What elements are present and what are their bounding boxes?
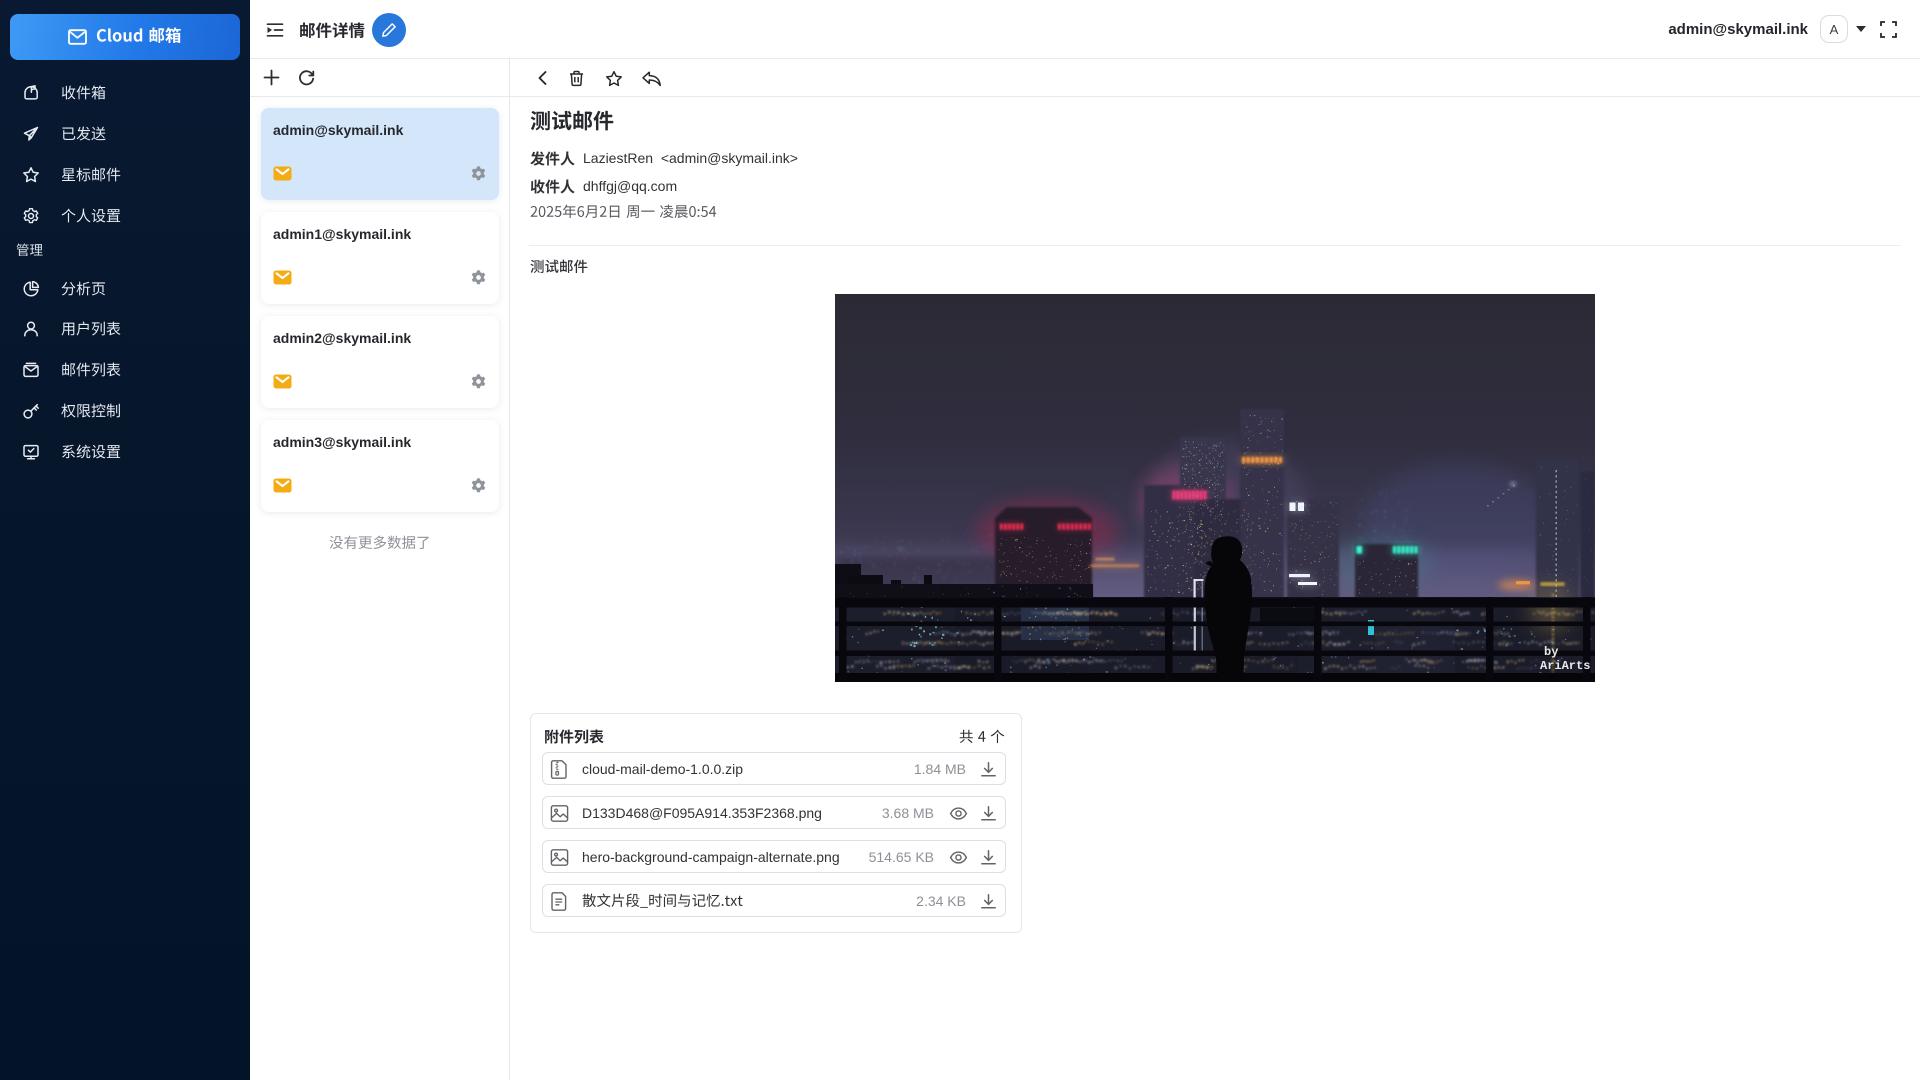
svg-text:AriArts: AriArts (1540, 659, 1590, 673)
svg-text:by: by (1544, 645, 1558, 659)
